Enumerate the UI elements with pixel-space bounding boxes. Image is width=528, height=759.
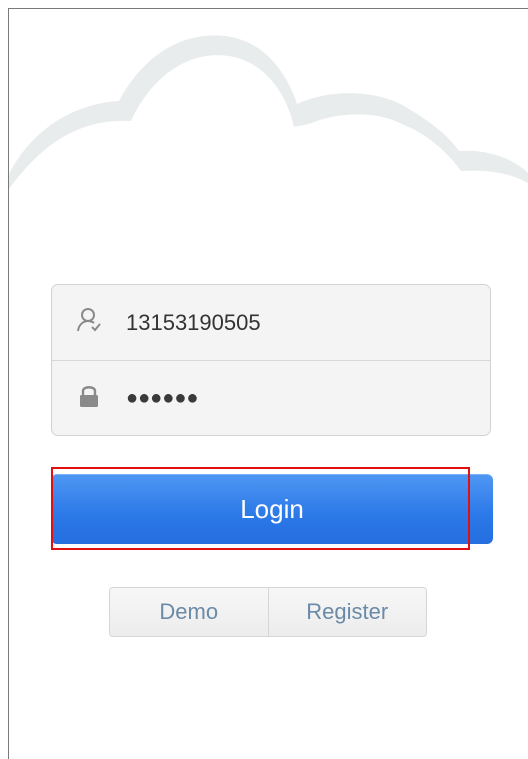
register-button[interactable]: Register bbox=[267, 588, 427, 636]
username-field[interactable]: 13153190505 bbox=[52, 285, 490, 360]
username-value: 13153190505 bbox=[126, 309, 261, 335]
login-button[interactable]: Login bbox=[51, 474, 493, 544]
app-window: 13153190505 ●●●●●● Login Demo Register bbox=[8, 8, 528, 759]
password-field[interactable]: ●●●●●● bbox=[52, 360, 490, 435]
password-value: ●●●●●● bbox=[126, 387, 199, 409]
secondary-actions: Demo Register bbox=[109, 587, 427, 637]
lock-icon bbox=[80, 386, 98, 407]
cloud-background-graphic bbox=[9, 35, 528, 189]
demo-button[interactable]: Demo bbox=[110, 588, 268, 636]
login-form: 13153190505 ●●●●●● bbox=[51, 284, 491, 436]
register-button-label: Register bbox=[306, 599, 389, 624]
demo-button-label: Demo bbox=[159, 599, 219, 624]
login-button-label: Login bbox=[240, 493, 304, 524]
user-icon bbox=[77, 308, 101, 332]
